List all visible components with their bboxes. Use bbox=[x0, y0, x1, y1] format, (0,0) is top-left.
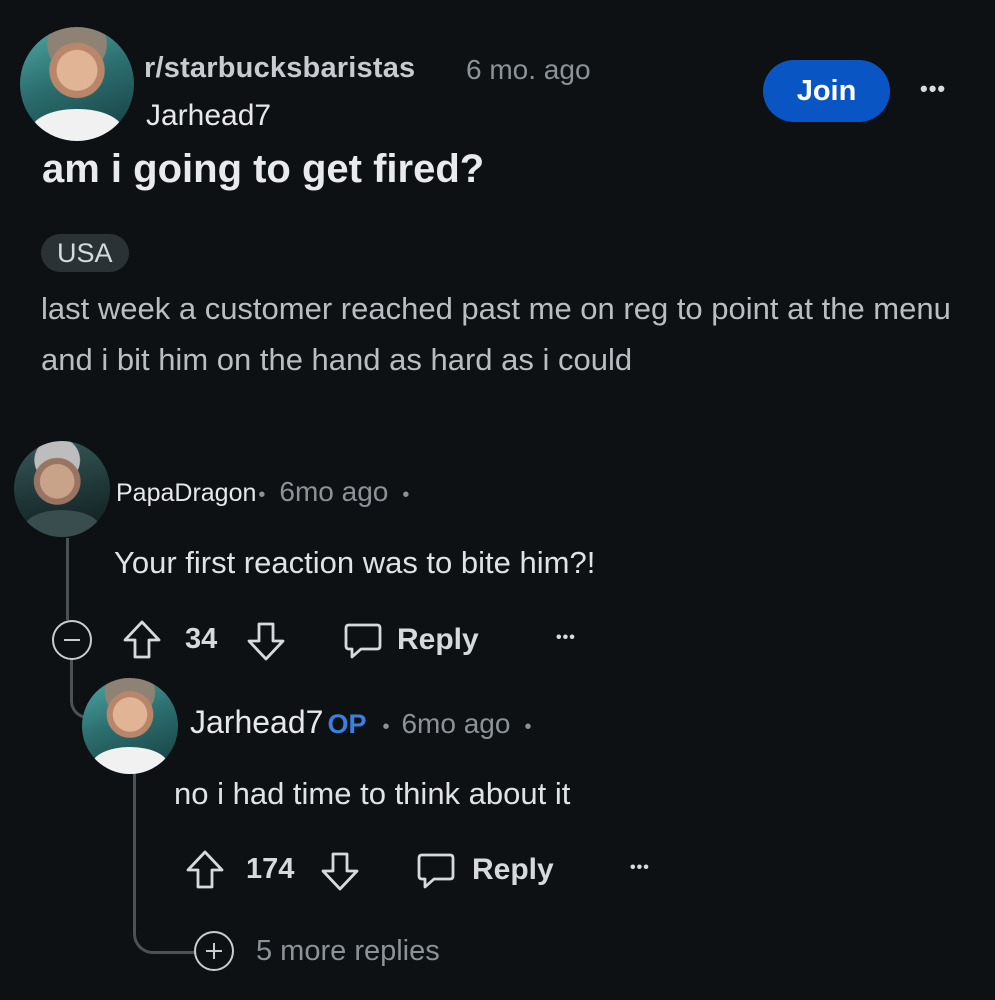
more-replies-label: 5 more replies bbox=[256, 934, 440, 967]
subreddit-link[interactable]: r/starbucksbaristas bbox=[144, 52, 415, 85]
reply-icon bbox=[344, 623, 382, 659]
comment-2-username[interactable]: Jarhead7 bbox=[190, 704, 323, 741]
comment-2-header: Jarhead7 OP • 6mo ago • bbox=[190, 704, 531, 741]
post-author-link[interactable]: Jarhead7 bbox=[146, 99, 271, 133]
comment-1-username[interactable]: PapaDragon bbox=[116, 479, 256, 508]
post-flair: USA bbox=[41, 234, 129, 272]
comment-2-body: no i had time to think about it bbox=[174, 776, 571, 811]
avatar-shoulders bbox=[91, 747, 169, 774]
post-timestamp: 6 mo. ago bbox=[466, 54, 591, 85]
comment-2-timestamp: 6mo ago bbox=[401, 708, 511, 739]
comment-2-more-icon[interactable]: ••• bbox=[630, 860, 650, 876]
comment-1-more-icon[interactable]: ••• bbox=[556, 630, 576, 646]
reply-icon bbox=[417, 853, 455, 889]
expand-icon bbox=[194, 931, 234, 971]
post-more-icon[interactable]: ••• bbox=[920, 78, 946, 100]
downvote-icon[interactable] bbox=[246, 620, 286, 662]
reply-label: Reply bbox=[397, 623, 479, 656]
comment-2-vote-count: 174 bbox=[246, 853, 295, 885]
avatar-shoulders bbox=[23, 510, 101, 537]
downvote-icon[interactable] bbox=[320, 850, 360, 892]
comment-1-separator: • bbox=[258, 484, 266, 506]
comment-2-reply-button[interactable]: Reply bbox=[416, 850, 554, 890]
op-badge: OP bbox=[327, 709, 367, 739]
comment-1-timestamp: 6mo ago bbox=[279, 476, 389, 507]
collapse-icon[interactable] bbox=[52, 620, 92, 660]
comment-avatar-jarhead7[interactable] bbox=[82, 678, 178, 774]
avatar-shoulders bbox=[31, 109, 123, 141]
expand-plus-v bbox=[212, 943, 216, 959]
comment-2-separator-2: • bbox=[524, 716, 532, 738]
post-title: am i going to get fired? bbox=[42, 147, 485, 191]
more-replies-link[interactable]: 5 more replies bbox=[194, 931, 440, 971]
collapse-minus bbox=[64, 638, 80, 642]
reply-label: Reply bbox=[472, 853, 554, 886]
comment-1-vote-count: 34 bbox=[185, 623, 218, 655]
thread-line-1 bbox=[66, 538, 69, 620]
comment-2-separator: • bbox=[382, 716, 390, 738]
post-body: last week a customer reached past me on … bbox=[41, 291, 951, 377]
post-author-avatar[interactable] bbox=[20, 27, 134, 141]
comment-avatar-papadragon[interactable] bbox=[14, 441, 110, 537]
comment-1-header: PapaDragon • 6mo ago • bbox=[116, 476, 409, 508]
thread-line-2 bbox=[133, 773, 136, 923]
upvote-icon[interactable] bbox=[185, 849, 225, 891]
upvote-icon[interactable] bbox=[122, 619, 162, 661]
comment-1-separator-2: • bbox=[402, 484, 410, 506]
join-button[interactable]: Join bbox=[763, 60, 890, 122]
comment-1-body: Your first reaction was to bite him?! bbox=[114, 545, 596, 580]
thread-connector-2 bbox=[133, 910, 196, 954]
comment-1-reply-button[interactable]: Reply bbox=[343, 620, 479, 660]
